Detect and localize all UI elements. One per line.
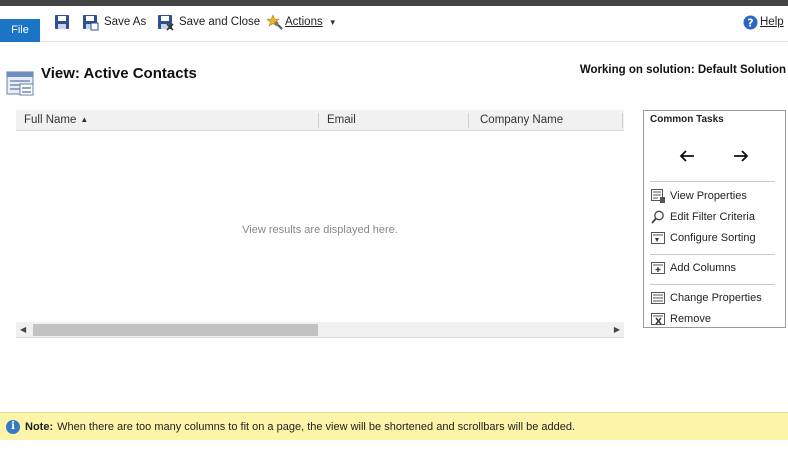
save-as-icon bbox=[82, 14, 99, 31]
view-icon bbox=[6, 70, 36, 98]
scrollbar-thumb[interactable] bbox=[33, 324, 318, 336]
file-button[interactable]: File bbox=[0, 19, 40, 42]
arrow-right-icon bbox=[731, 150, 751, 168]
column-separator bbox=[468, 113, 469, 128]
help-icon: ? bbox=[743, 15, 758, 30]
divider bbox=[650, 181, 775, 182]
save-and-close-button[interactable]: Save and Close bbox=[157, 12, 260, 32]
common-tasks-title: Common Tasks bbox=[650, 114, 724, 125]
note-text: When there are too many columns to fit o… bbox=[57, 420, 576, 433]
configure-sorting-link[interactable]: Configure Sorting bbox=[651, 230, 756, 246]
move-right-button[interactable] bbox=[731, 147, 751, 165]
view-properties-link[interactable]: View Properties bbox=[651, 188, 747, 204]
change-properties-link[interactable]: Change Properties bbox=[651, 290, 762, 306]
horizontal-scrollbar[interactable]: ◀ ▶ bbox=[16, 322, 624, 338]
divider bbox=[650, 284, 775, 285]
save-and-close-icon bbox=[157, 14, 174, 31]
change-properties-icon bbox=[651, 291, 665, 305]
column-header-email[interactable]: Email bbox=[319, 110, 469, 131]
empty-results-message: View results are displayed here. bbox=[242, 224, 398, 236]
column-header-company-name[interactable]: Company Name bbox=[472, 110, 622, 131]
svg-text:?: ? bbox=[747, 16, 753, 29]
actions-menu-button[interactable]: Actions ▼ bbox=[267, 12, 337, 32]
actions-icon bbox=[267, 13, 284, 31]
edit-filter-criteria-link[interactable]: Edit Filter Criteria bbox=[651, 209, 755, 225]
remove-link[interactable]: Remove bbox=[651, 311, 711, 327]
arrow-left-icon bbox=[677, 150, 697, 168]
save-button[interactable] bbox=[54, 12, 70, 32]
sorting-icon bbox=[651, 231, 665, 245]
save-as-label: Save As bbox=[104, 16, 147, 28]
ribbon-toolbar: File Save As Save and Close Actions ▼ ? … bbox=[0, 6, 788, 42]
help-label: Help bbox=[760, 16, 784, 28]
note-bar: i Note: When there are too many columns … bbox=[0, 412, 788, 440]
save-as-button[interactable]: Save As bbox=[82, 12, 146, 32]
save-icon bbox=[54, 14, 70, 30]
info-icon: i bbox=[6, 419, 20, 434]
divider bbox=[650, 254, 775, 255]
remove-icon bbox=[651, 312, 665, 326]
note-label: Note: bbox=[25, 420, 54, 433]
save-and-close-label: Save and Close bbox=[179, 16, 261, 28]
common-tasks-panel: Common Tasks View Properties Edit Filter… bbox=[643, 110, 786, 328]
page-title: View: Active Contacts bbox=[41, 65, 197, 82]
move-left-button[interactable] bbox=[677, 147, 697, 165]
view-preview-grid: Full Name ▲ Email Company Name View resul… bbox=[16, 110, 624, 340]
scroll-left-icon[interactable]: ◀ bbox=[20, 322, 26, 338]
actions-label: Actions bbox=[285, 16, 323, 28]
scroll-right-icon[interactable]: ▶ bbox=[614, 322, 620, 338]
column-separator bbox=[622, 113, 623, 128]
view-properties-icon bbox=[651, 189, 665, 203]
add-columns-icon bbox=[651, 261, 665, 275]
add-columns-link[interactable]: Add Columns bbox=[651, 260, 736, 276]
solution-label: Working on solution: Default Solution bbox=[579, 64, 786, 76]
chevron-down-icon: ▼ bbox=[328, 17, 337, 27]
grid-header: Full Name ▲ Email Company Name bbox=[16, 110, 624, 131]
sort-ascending-icon: ▲ bbox=[80, 115, 89, 124]
column-header-full-name[interactable]: Full Name ▲ bbox=[16, 110, 318, 131]
filter-icon bbox=[651, 210, 665, 224]
help-menu-button[interactable]: ? Help ▼ bbox=[743, 12, 788, 32]
